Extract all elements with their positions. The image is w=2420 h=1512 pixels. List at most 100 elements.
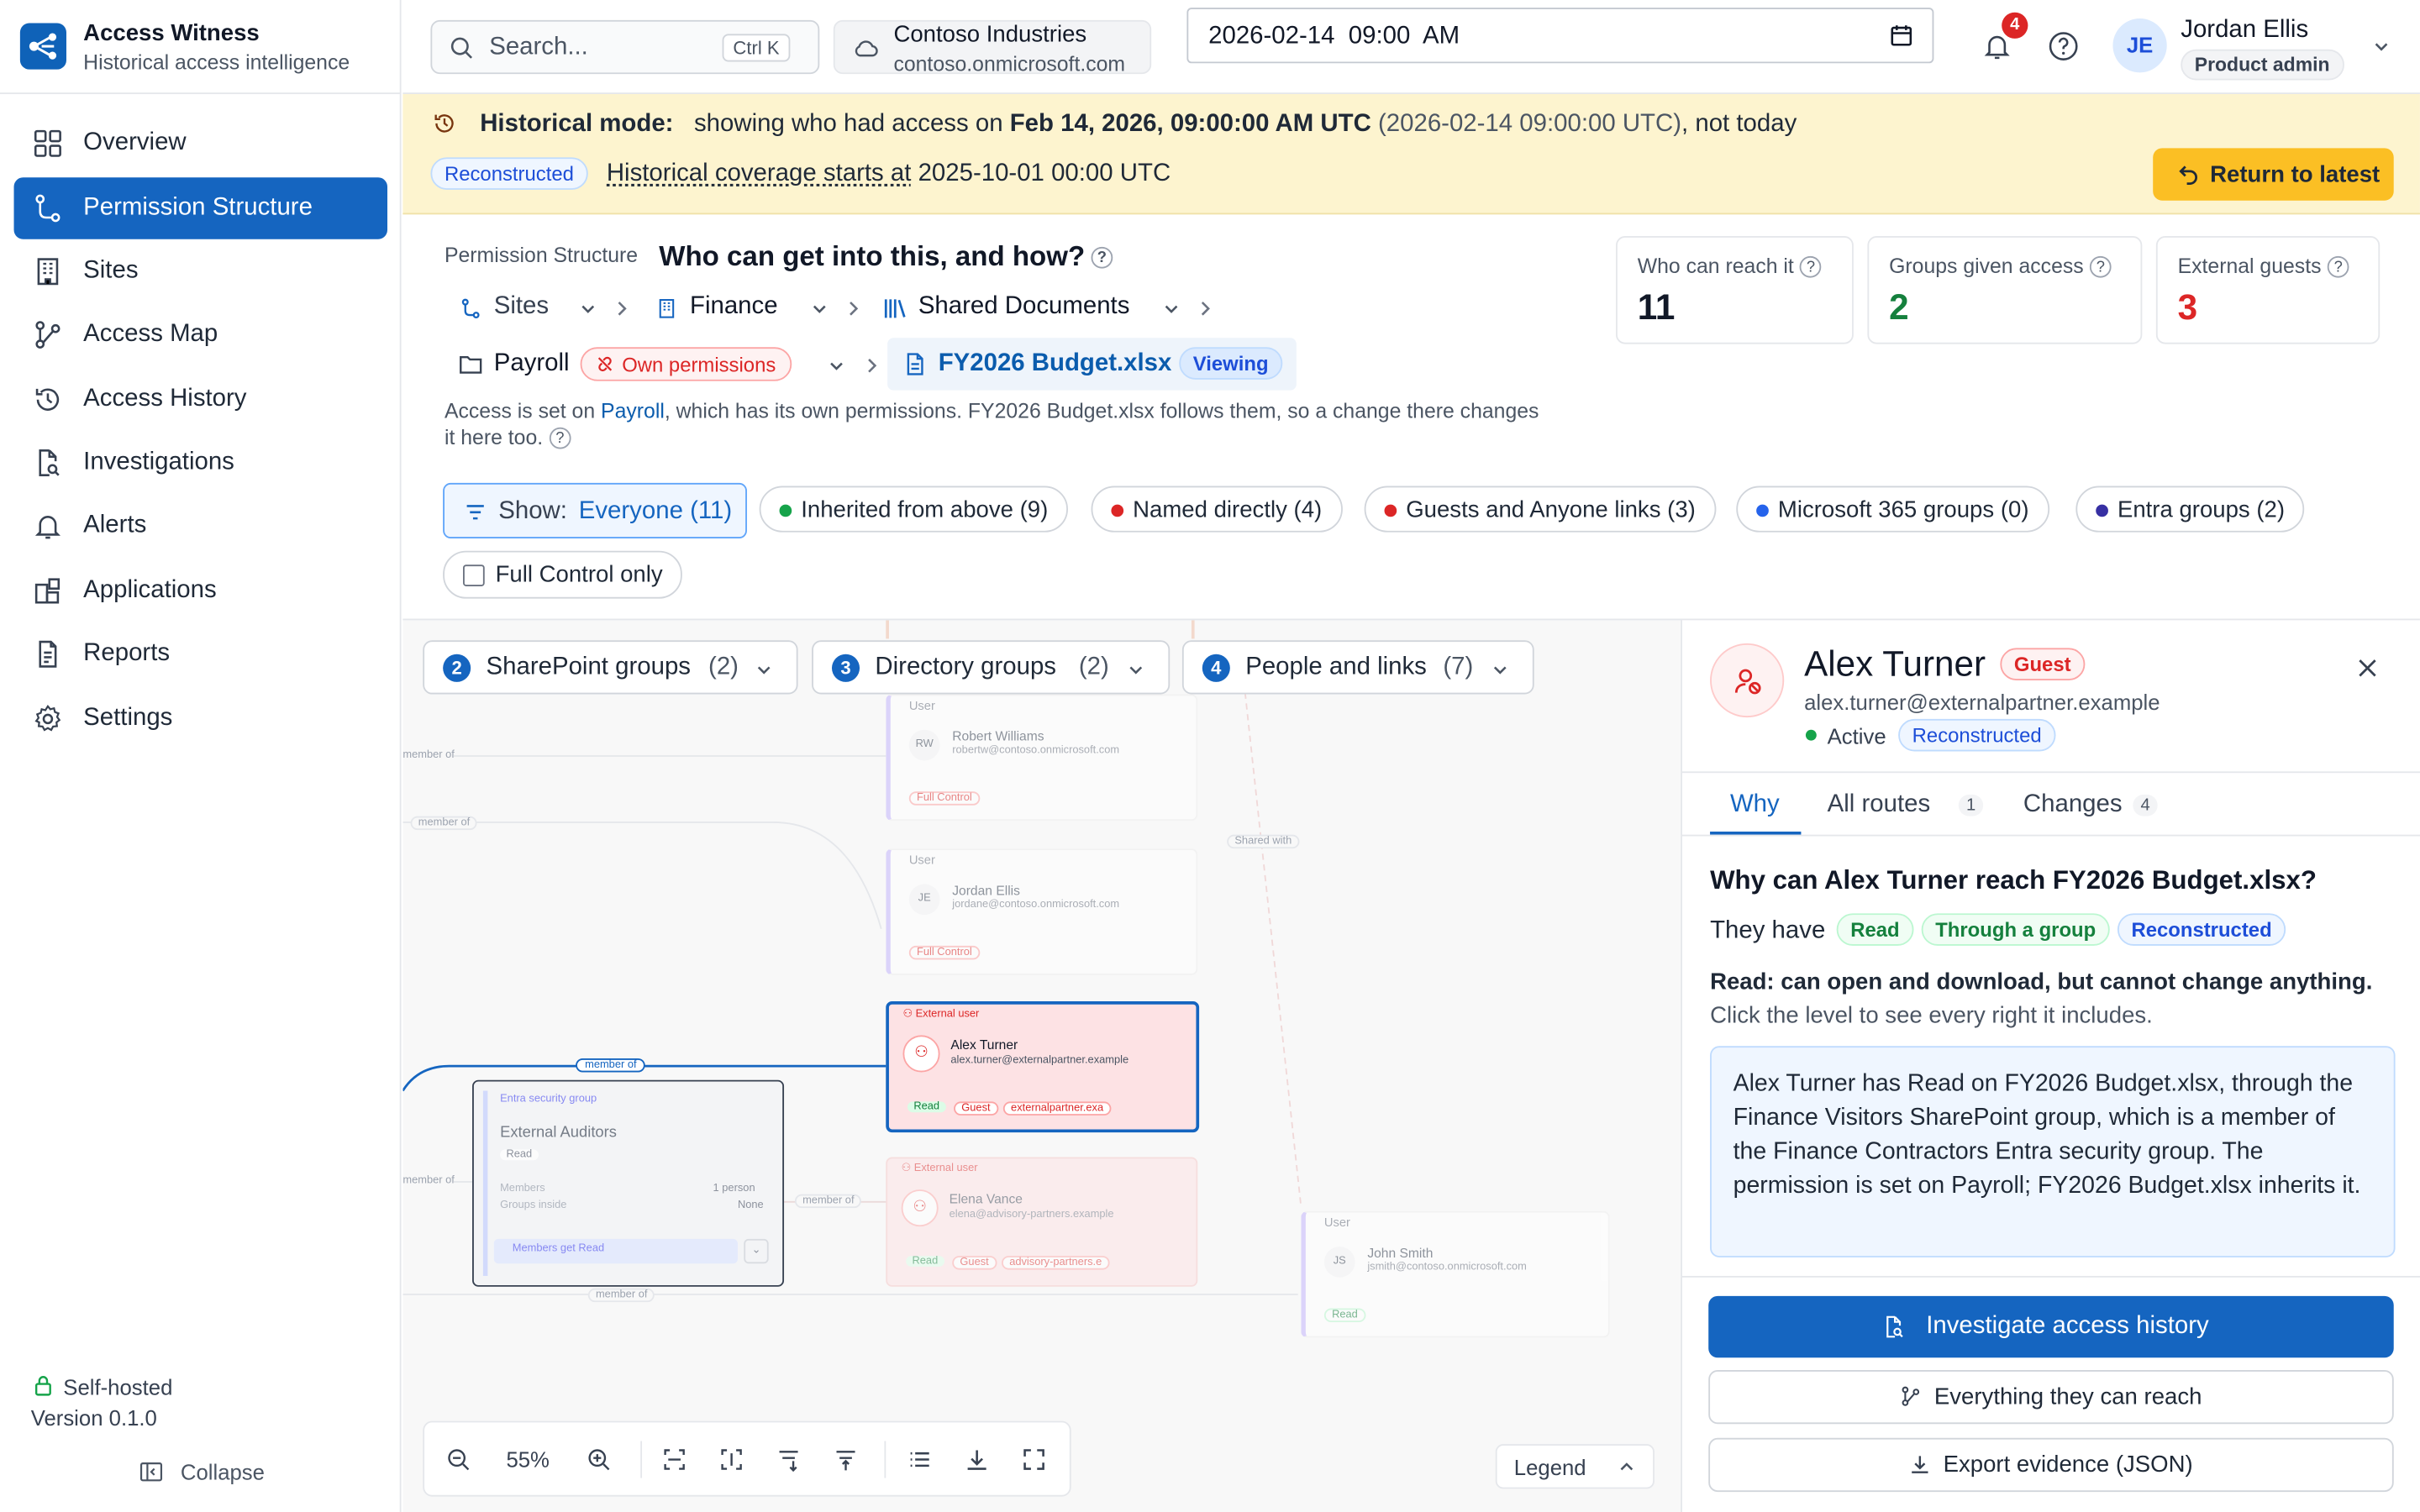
tab-why[interactable]: Why xyxy=(1710,780,1802,835)
sidebar-item-applications[interactable]: Applications xyxy=(14,560,387,622)
coverage-label[interactable]: Historical coverage starts at xyxy=(607,160,912,186)
filter-chip-inherited[interactable]: Inherited from above (9) xyxy=(759,486,1069,533)
breadcrumb-shared-documents[interactable]: Shared Documents xyxy=(918,293,1130,321)
tenant-switcher[interactable]: Contoso Industries contoso.onmicrosoft.c… xyxy=(833,19,1152,76)
people-and-links-dropdown[interactable]: 4 People and links (7) xyxy=(1181,640,1534,695)
stat-who-can-reach[interactable]: Who can reach it? 11 xyxy=(1616,236,1854,344)
help-icon[interactable]: ? xyxy=(549,428,571,450)
directory-groups-dropdown[interactable]: 3 Directory groups (2) xyxy=(812,640,1171,695)
section-label: Permission Structure xyxy=(444,244,639,267)
status-dot xyxy=(2096,504,2108,517)
history-icon xyxy=(35,388,60,411)
fit-width-icon[interactable] xyxy=(662,1447,687,1472)
viewing-badge: Viewing xyxy=(1179,347,1283,380)
return-to-latest-button[interactable]: Return to latest xyxy=(2153,148,2394,201)
apps-icon xyxy=(34,578,60,604)
close-icon[interactable] xyxy=(2355,656,2380,680)
coverage-value: 2025-10-01 00:00 UTC xyxy=(918,160,1171,187)
breadcrumb-current-file[interactable]: FY2026 Budget.xlsx Viewing xyxy=(887,338,1297,391)
breadcrumb-sites[interactable]: Sites xyxy=(494,293,549,321)
sidebar-item-permission-structure[interactable]: Permission Structure xyxy=(13,177,388,239)
members-get-read-button[interactable]: Members get Read xyxy=(493,1238,738,1264)
historical-date-iso: (2026-02-14 09:00:00 UTC) xyxy=(1378,111,1682,138)
node-user-robert-williams[interactable]: User RW Robert Williams robertw@contoso.… xyxy=(886,694,1198,822)
tenant-name: Contoso Industries xyxy=(893,21,1087,48)
sidebar-item-sites[interactable]: Sites xyxy=(14,241,387,302)
help-icon[interactable]: ? xyxy=(1091,247,1113,270)
sidebar-item-reports[interactable]: Reports xyxy=(14,623,387,685)
page-title: Who can get into this, and how?? xyxy=(659,241,1113,274)
sidebar-item-settings[interactable]: Settings xyxy=(14,688,387,749)
fullscreen-icon[interactable] xyxy=(1022,1447,1046,1472)
folder-icon xyxy=(460,356,482,374)
chevron-down-icon[interactable] xyxy=(579,299,597,318)
breadcrumb-payroll[interactable]: Payroll xyxy=(494,350,570,378)
zoom-level: 55% xyxy=(506,1446,550,1473)
read-level-badge[interactable]: Read xyxy=(1836,913,1914,946)
sidebar-item-access-history[interactable]: Access History xyxy=(14,369,387,430)
chip-count: (3) xyxy=(1667,496,1696,522)
notifications-button[interactable]: 4 xyxy=(1979,12,2028,65)
full-control-toggle[interactable]: Full Control only xyxy=(443,550,683,599)
collapse-button[interactable]: Collapse xyxy=(139,1457,308,1488)
search-shortcut: Ctrl K xyxy=(722,34,791,62)
chevron-down-icon[interactable]: ⌄ xyxy=(744,1238,769,1264)
fit-height-icon[interactable] xyxy=(719,1447,744,1472)
collapse-up-icon[interactable] xyxy=(834,1447,858,1472)
tab-changes[interactable]: Changes 4 xyxy=(2023,780,2178,834)
breadcrumb-finance[interactable]: Finance xyxy=(690,293,778,321)
zoom-in-icon[interactable] xyxy=(587,1447,611,1472)
everything-they-can-reach-button[interactable]: Everything they can reach xyxy=(1708,1369,2394,1425)
panel-person-email: alex.turner@externalpartner.example xyxy=(1804,690,2160,715)
page-title-text: Who can get into this, and how? xyxy=(659,240,1086,272)
stat-external-guests[interactable]: External guests? 3 xyxy=(2155,236,2381,344)
filter-chip-guests[interactable]: Guests and Anyone links (3) xyxy=(1364,486,1716,533)
filter-chip-entra-groups[interactable]: Entra groups (2) xyxy=(2075,486,2305,533)
sidebar-item-alerts[interactable]: Alerts xyxy=(14,496,387,557)
investigate-history-button[interactable]: Investigate access history xyxy=(1708,1295,2394,1358)
historical-mode-label: Historical mode: xyxy=(480,111,674,138)
filter-chip-named-directly[interactable]: Named directly (4) xyxy=(1091,486,1343,533)
node-user-john-smith[interactable]: User JS John Smith jsmith@contoso.onmicr… xyxy=(1301,1210,1610,1338)
tab-count: 4 xyxy=(2133,794,2158,816)
graph-canvas[interactable]: member of member of member of member of … xyxy=(402,618,1681,1512)
export-evidence-button[interactable]: Export evidence (JSON) xyxy=(1708,1437,2394,1493)
sharepoint-groups-dropdown[interactable]: 2 SharePoint groups (2) xyxy=(423,640,798,695)
payroll-link[interactable]: Payroll xyxy=(601,400,665,423)
chip-label: Named directly xyxy=(1133,496,1287,522)
why-question: Why can Alex Turner reach FY2026 Budget.… xyxy=(1710,865,2317,895)
reconstructed-badge: Reconstructed xyxy=(430,157,588,190)
node-external-alex-turner[interactable]: ⚇ External user ⚇ Alex Turner alex.turne… xyxy=(886,1001,1200,1133)
stat-groups-given-access[interactable]: Groups given access? 2 xyxy=(1867,236,2143,344)
chevron-down-icon[interactable] xyxy=(827,356,845,375)
expand-down-icon[interactable] xyxy=(776,1447,801,1473)
brand: Access Witness Historical access intelli… xyxy=(0,0,402,95)
node-user-jordan-ellis[interactable]: User JE Jordan Ellis jordane@contoso.onm… xyxy=(886,848,1198,975)
checkbox[interactable] xyxy=(463,564,485,586)
cloud-icon xyxy=(855,40,878,57)
chevron-down-icon[interactable] xyxy=(1162,299,1181,318)
legend-toggle[interactable]: Legend xyxy=(1495,1444,1655,1489)
filter-chip-m365-groups[interactable]: Microsoft 365 groups (0) xyxy=(1736,486,2049,533)
app-name: Access Witness xyxy=(83,19,260,47)
datetime-input[interactable]: 2026-02-14 09:00 AM xyxy=(1186,8,1934,64)
list-icon[interactable] xyxy=(908,1447,932,1472)
node-group-external-auditors[interactable]: Entra security group External Auditors R… xyxy=(472,1079,785,1287)
groups-value: None xyxy=(737,1200,764,1211)
show-filter-button[interactable]: Show: Everyone (11) xyxy=(443,482,747,539)
download-icon[interactable] xyxy=(965,1447,989,1472)
search-input[interactable]: Search... Ctrl K xyxy=(430,19,820,75)
group-count: (2) xyxy=(708,654,739,680)
sidebar-item-investigations[interactable]: Investigations xyxy=(14,432,387,493)
sidebar-item-access-map[interactable]: Access Map xyxy=(14,304,387,365)
zoom-out-icon[interactable] xyxy=(446,1447,471,1472)
chevron-down-icon[interactable] xyxy=(810,299,829,318)
tab-all-routes[interactable]: All routes 1 xyxy=(1828,780,1984,834)
edge-label: member of xyxy=(794,1194,862,1209)
sidebar-item-overview[interactable]: Overview xyxy=(14,113,387,174)
help-button[interactable] xyxy=(2046,29,2080,71)
user-menu[interactable]: JE Jordan Ellis Product admin xyxy=(2112,17,2405,81)
toolbar-divider xyxy=(640,1441,643,1478)
node-type: ⚇ External user xyxy=(902,1009,980,1021)
node-external-elena-vance[interactable]: ⚇ External user ⚇ Elena Vance elena@advi… xyxy=(886,1157,1198,1287)
